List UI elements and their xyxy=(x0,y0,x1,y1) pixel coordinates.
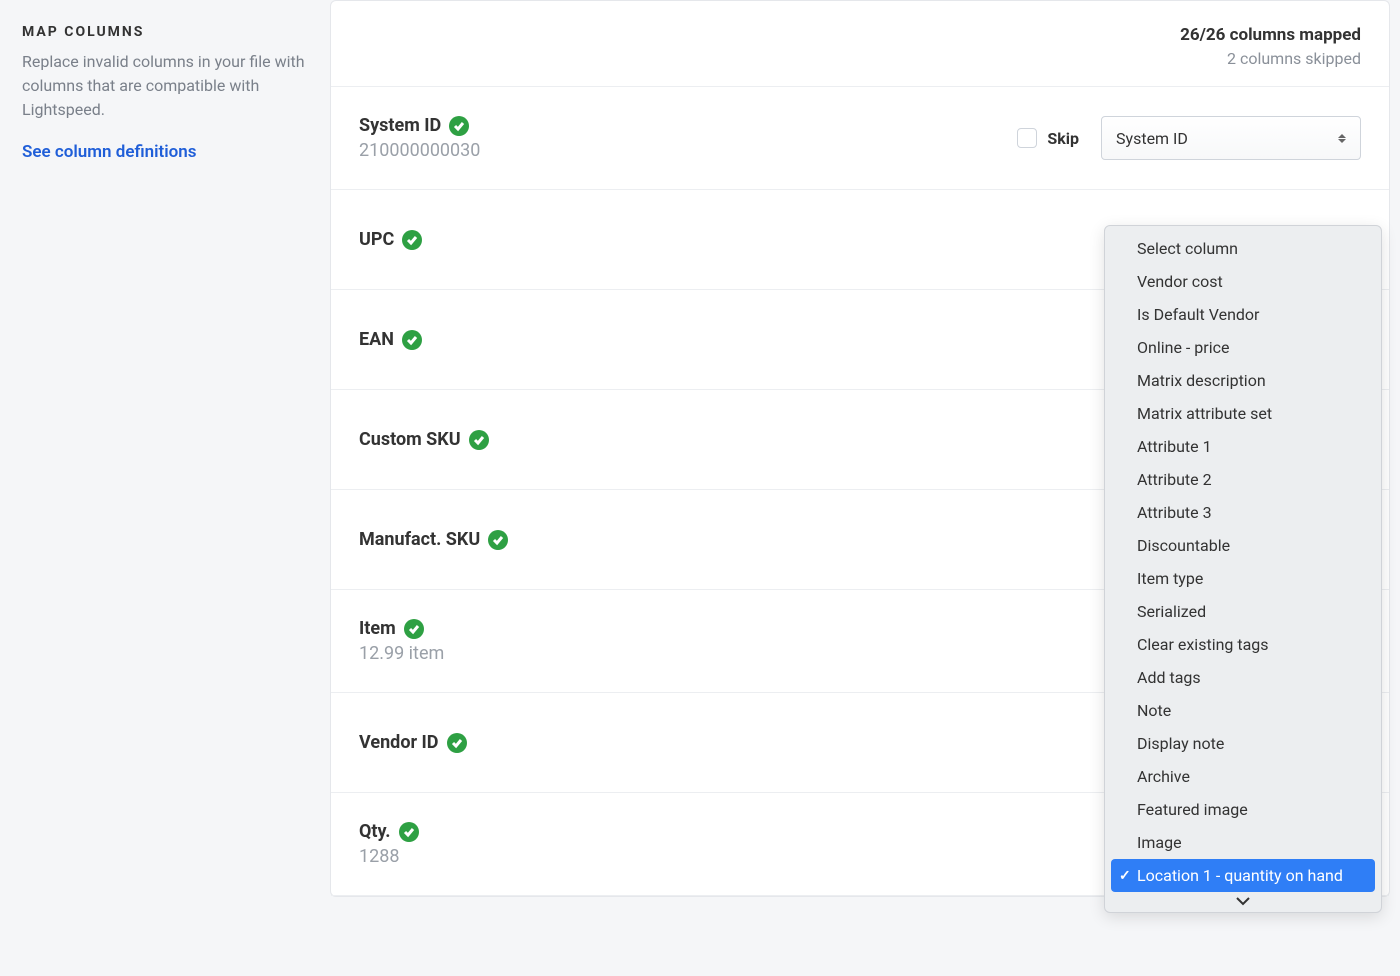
dropdown-option[interactable]: Matrix attribute set xyxy=(1105,397,1381,430)
skip-control: Skip xyxy=(1017,128,1079,148)
dropdown-option[interactable]: Note xyxy=(1105,694,1381,727)
see-column-definitions-link[interactable]: See column definitions xyxy=(22,142,197,162)
column-select-value: System ID xyxy=(1116,129,1188,148)
column-name: Manufact. SKU xyxy=(359,529,480,550)
column-name: Vendor ID xyxy=(359,732,439,753)
column-sample-value: 210000000030 xyxy=(359,140,1017,161)
dropdown-option[interactable]: Featured image xyxy=(1105,793,1381,826)
dropdown-option[interactable]: Image xyxy=(1105,826,1381,859)
column-name: System ID xyxy=(359,115,441,136)
check-circle-icon xyxy=(402,230,422,250)
column-select[interactable]: System ID xyxy=(1101,116,1361,160)
dropdown-option[interactable]: Attribute 2 xyxy=(1105,463,1381,496)
dropdown-option[interactable]: Attribute 1 xyxy=(1105,430,1381,463)
chevron-down-icon xyxy=(1235,896,1251,906)
dropdown-option[interactable]: Archive xyxy=(1105,760,1381,793)
check-circle-icon xyxy=(399,822,419,842)
card-header: 26/26 columns mapped 2 columns skipped xyxy=(331,1,1389,87)
dropdown-option[interactable]: Add tags xyxy=(1105,661,1381,694)
column-name: Item xyxy=(359,618,396,639)
check-circle-icon xyxy=(447,733,467,753)
column-name: Custom SKU xyxy=(359,429,461,450)
sidebar-title: MAP COLUMNS xyxy=(22,24,308,40)
check-circle-icon xyxy=(469,430,489,450)
dropdown-more-indicator[interactable] xyxy=(1105,892,1381,910)
select-sort-icon xyxy=(1338,134,1346,143)
dropdown-option[interactable]: Vendor cost xyxy=(1105,265,1381,298)
dropdown-option[interactable]: Select column xyxy=(1105,232,1381,265)
skip-label: Skip xyxy=(1047,129,1079,148)
sidebar: MAP COLUMNS Replace invalid columns in y… xyxy=(0,0,330,976)
dropdown-option[interactable]: Serialized xyxy=(1105,595,1381,628)
columns-skipped-count: 2 columns skipped xyxy=(359,49,1361,68)
column-name: EAN xyxy=(359,329,394,350)
sidebar-description: Replace invalid columns in your file wit… xyxy=(22,50,308,122)
dropdown-option[interactable]: Matrix description xyxy=(1105,364,1381,397)
dropdown-option[interactable]: Clear existing tags xyxy=(1105,628,1381,661)
check-circle-icon xyxy=(449,116,469,136)
row-info: System ID 210000000030 xyxy=(359,115,1017,161)
check-circle-icon xyxy=(404,619,424,639)
row-controls: Skip System ID xyxy=(1017,116,1361,160)
column-select-dropdown[interactable]: Select columnVendor costIs Default Vendo… xyxy=(1104,225,1382,913)
dropdown-option[interactable]: Is Default Vendor xyxy=(1105,298,1381,331)
skip-checkbox[interactable] xyxy=(1017,128,1037,148)
column-name: Qty. xyxy=(359,821,391,842)
check-circle-icon xyxy=(488,530,508,550)
columns-mapped-count: 26/26 columns mapped xyxy=(359,25,1361,45)
dropdown-option[interactable]: Online - price xyxy=(1105,331,1381,364)
column-mapping-row: System ID 210000000030 Skip System ID xyxy=(331,87,1389,190)
dropdown-option[interactable]: Display note xyxy=(1105,727,1381,760)
row-title-line: System ID xyxy=(359,115,1017,136)
check-circle-icon xyxy=(402,330,422,350)
dropdown-option[interactable]: Attribute 3 xyxy=(1105,496,1381,529)
dropdown-option[interactable]: Location 1 - quantity on hand xyxy=(1111,859,1375,892)
column-name: UPC xyxy=(359,229,394,250)
dropdown-option[interactable]: Item type xyxy=(1105,562,1381,595)
main-content: 26/26 columns mapped 2 columns skipped S… xyxy=(330,0,1400,976)
dropdown-option[interactable]: Discountable xyxy=(1105,529,1381,562)
